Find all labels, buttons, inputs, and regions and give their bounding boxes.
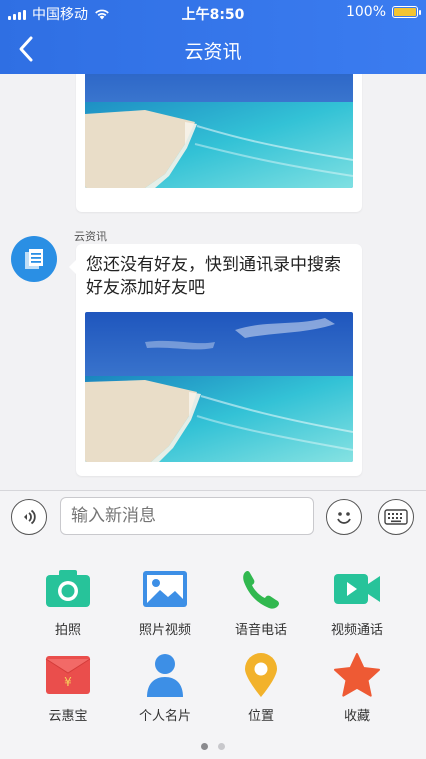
page-dot[interactable] bbox=[218, 743, 225, 750]
location-label: 位置 bbox=[247, 709, 274, 724]
contact-card-button[interactable]: 个人名片 bbox=[125, 651, 205, 724]
keyboard-button[interactable] bbox=[378, 499, 414, 535]
avatar[interactable] bbox=[11, 236, 57, 282]
page-indicator[interactable] bbox=[0, 743, 426, 750]
page-title: 云资讯 bbox=[184, 41, 242, 63]
red-packet-button[interactable]: ¥ 云惠宝 bbox=[28, 651, 108, 724]
message-input[interactable] bbox=[60, 497, 314, 535]
voice-call-button[interactable]: 语音电话 bbox=[221, 565, 301, 638]
battery-percent: 100% bbox=[345, 4, 386, 20]
photo-icon bbox=[143, 571, 187, 607]
video-call-icon bbox=[334, 574, 380, 604]
video-call-button[interactable]: 视频通话 bbox=[317, 565, 397, 638]
red-packet-icon: ¥ bbox=[45, 656, 91, 694]
status-bar: 中国移动 上午8:50 100% bbox=[0, 0, 426, 24]
svg-text:¥: ¥ bbox=[64, 675, 72, 689]
emoji-icon bbox=[337, 512, 351, 524]
favorites-label: 收藏 bbox=[343, 709, 370, 724]
voice-call-label: 语音电话 bbox=[234, 623, 287, 638]
document-icon bbox=[25, 249, 43, 269]
camera-button[interactable]: 拍照 bbox=[28, 565, 108, 638]
phone-icon bbox=[243, 571, 279, 609]
location-pin-icon bbox=[245, 653, 277, 697]
chat-area[interactable]: 云资讯 您还没有好友，快到通讯录中搜索好友添加好友吧 bbox=[0, 74, 426, 490]
sender-name: 云资讯 bbox=[74, 230, 107, 243]
emoji-button[interactable] bbox=[326, 499, 362, 535]
keyboard-icon bbox=[384, 509, 408, 525]
camera-label: 拍照 bbox=[54, 623, 81, 638]
location-button[interactable]: 位置 bbox=[221, 651, 301, 724]
voice-button[interactable] bbox=[11, 499, 47, 535]
message-bubble[interactable] bbox=[76, 74, 362, 212]
photo-video-label: 照片视频 bbox=[138, 623, 191, 638]
message-text: 您还没有好友，快到通讯录中搜索好友添加好友吧 bbox=[86, 255, 341, 298]
favorites-button[interactable]: 收藏 bbox=[317, 651, 397, 724]
voice-icon bbox=[24, 509, 36, 525]
nav-bar: 云资讯 bbox=[0, 24, 426, 74]
function-panel: 拍照 照片视频 语音电话 视频通话 ¥ 云惠宝 个人名片 位置 收藏 bbox=[0, 543, 426, 759]
red-packet-label: 云惠宝 bbox=[48, 709, 88, 724]
message-input-bar bbox=[0, 490, 426, 543]
message-bubble[interactable]: 您还没有好友，快到通讯录中搜索好友添加好友吧 bbox=[69, 244, 362, 476]
page-dot-active[interactable] bbox=[201, 743, 208, 750]
photo-video-button[interactable]: 照片视频 bbox=[125, 565, 205, 638]
contact-card-icon bbox=[147, 654, 183, 697]
video-call-label: 视频通话 bbox=[330, 623, 383, 638]
beach-photo[interactable] bbox=[85, 74, 353, 188]
battery-icon bbox=[392, 6, 421, 18]
beach-photo[interactable] bbox=[85, 312, 353, 462]
camera-icon bbox=[46, 570, 90, 607]
star-icon bbox=[334, 653, 380, 697]
app-header: 中国移动 上午8:50 100% 云资讯 bbox=[0, 0, 426, 74]
contact-card-label: 个人名片 bbox=[138, 709, 191, 724]
